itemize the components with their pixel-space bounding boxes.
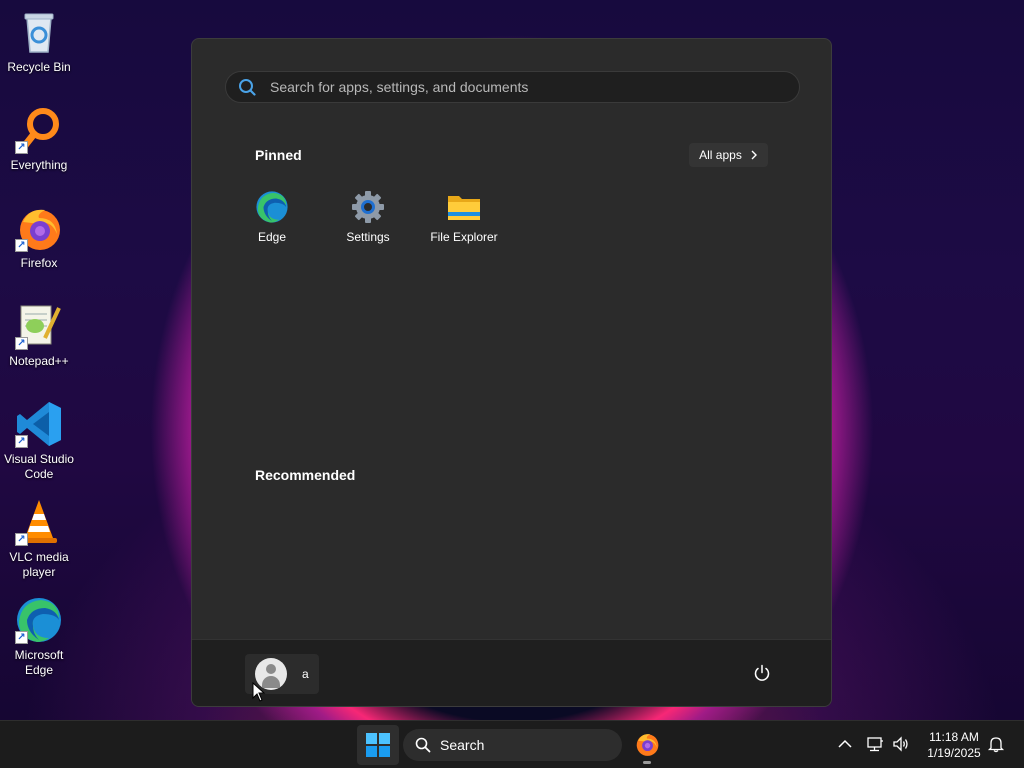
- edge-icon: ↗: [15, 596, 63, 644]
- desktop-icon-label: Visual Studio Code: [4, 452, 74, 481]
- search-icon: [239, 79, 256, 96]
- desktop-icon-label: Microsoft Edge: [14, 648, 64, 677]
- system-clock[interactable]: 11:18 AM 1/19/2025: [920, 729, 988, 761]
- windows-logo-icon: [366, 733, 390, 757]
- pinned-app-label: Edge: [257, 230, 287, 244]
- all-apps-button[interactable]: All apps: [689, 143, 768, 167]
- shortcut-arrow-icon: ↗: [15, 141, 28, 154]
- vscode-icon: ↗: [15, 400, 63, 448]
- edge-icon: [255, 190, 289, 224]
- chevron-up-icon[interactable]: [836, 735, 854, 753]
- pinned-heading: Pinned: [255, 147, 302, 163]
- desktop-icon-label: Notepad++: [9, 354, 69, 368]
- start-menu-footer: a: [192, 639, 831, 706]
- taskbar-search-label: Search: [440, 737, 485, 753]
- desktop-icon-notepadpp[interactable]: ↗ Notepad++: [2, 302, 76, 369]
- desktop-icon-label: Firefox: [20, 256, 58, 270]
- settings-gear-icon: [351, 190, 385, 224]
- recommended-heading: Recommended: [255, 467, 356, 483]
- taskbar-search-box[interactable]: Search: [403, 729, 622, 761]
- shortcut-arrow-icon: ↗: [15, 435, 28, 448]
- desktop-icon-label: VLC media player: [9, 550, 69, 579]
- start-button[interactable]: [357, 725, 399, 765]
- start-search-input[interactable]: [268, 78, 772, 96]
- firefox-taskbar-icon[interactable]: [634, 731, 660, 757]
- search-icon: [415, 737, 431, 753]
- user-name: a: [302, 667, 309, 681]
- taskbar: Search 11:18 AM 1/19/2025: [0, 720, 1024, 768]
- desktop-icon-firefox[interactable]: ↗ Firefox: [2, 204, 76, 271]
- desktop-icon-vlc[interactable]: ↗ VLC media player: [2, 498, 76, 580]
- desktop-icon-label: Recycle Bin: [7, 60, 71, 74]
- pinned-app-file-explorer[interactable]: File Explorer: [416, 190, 512, 244]
- pinned-app-settings[interactable]: Settings: [320, 190, 416, 244]
- vlc-icon: ↗: [15, 498, 63, 546]
- everything-icon: ↗: [15, 106, 63, 154]
- shortcut-arrow-icon: ↗: [15, 631, 28, 644]
- volume-icon[interactable]: [892, 735, 910, 753]
- firefox-icon: ↗: [15, 204, 63, 252]
- running-indicator: [643, 761, 651, 764]
- pinned-app-label: File Explorer: [430, 230, 498, 244]
- shortcut-arrow-icon: ↗: [15, 239, 28, 252]
- power-icon[interactable]: [753, 664, 771, 682]
- start-search-box[interactable]: [225, 71, 800, 103]
- notepadpp-icon: ↗: [15, 302, 63, 350]
- clock-date: 1/19/2025: [927, 746, 981, 760]
- mouse-cursor-icon: [252, 682, 266, 702]
- desktop-icon-label: Everything: [10, 158, 68, 172]
- desktop-icon-edge[interactable]: ↗ Microsoft Edge: [2, 596, 76, 678]
- desktop-icon-everything[interactable]: ↗ Everything: [2, 106, 76, 173]
- network-icon[interactable]: [866, 735, 884, 753]
- clock-time: 11:18 AM: [929, 730, 979, 744]
- chevron-right-icon: [751, 150, 757, 160]
- recycle-bin-icon: [15, 8, 63, 56]
- desktop-icon-recycle-bin[interactable]: Recycle Bin: [2, 8, 76, 75]
- pinned-app-edge[interactable]: Edge: [224, 190, 320, 244]
- shortcut-arrow-icon: ↗: [15, 337, 28, 350]
- desktop-icon-vscode[interactable]: ↗ Visual Studio Code: [2, 400, 76, 482]
- folder-icon: [447, 190, 481, 224]
- shortcut-arrow-icon: ↗: [15, 533, 28, 546]
- pinned-app-label: Settings: [346, 230, 390, 244]
- notification-bell-icon[interactable]: [987, 735, 1005, 753]
- all-apps-label: All apps: [699, 148, 742, 162]
- start-menu: Pinned All apps Edge: [191, 38, 832, 707]
